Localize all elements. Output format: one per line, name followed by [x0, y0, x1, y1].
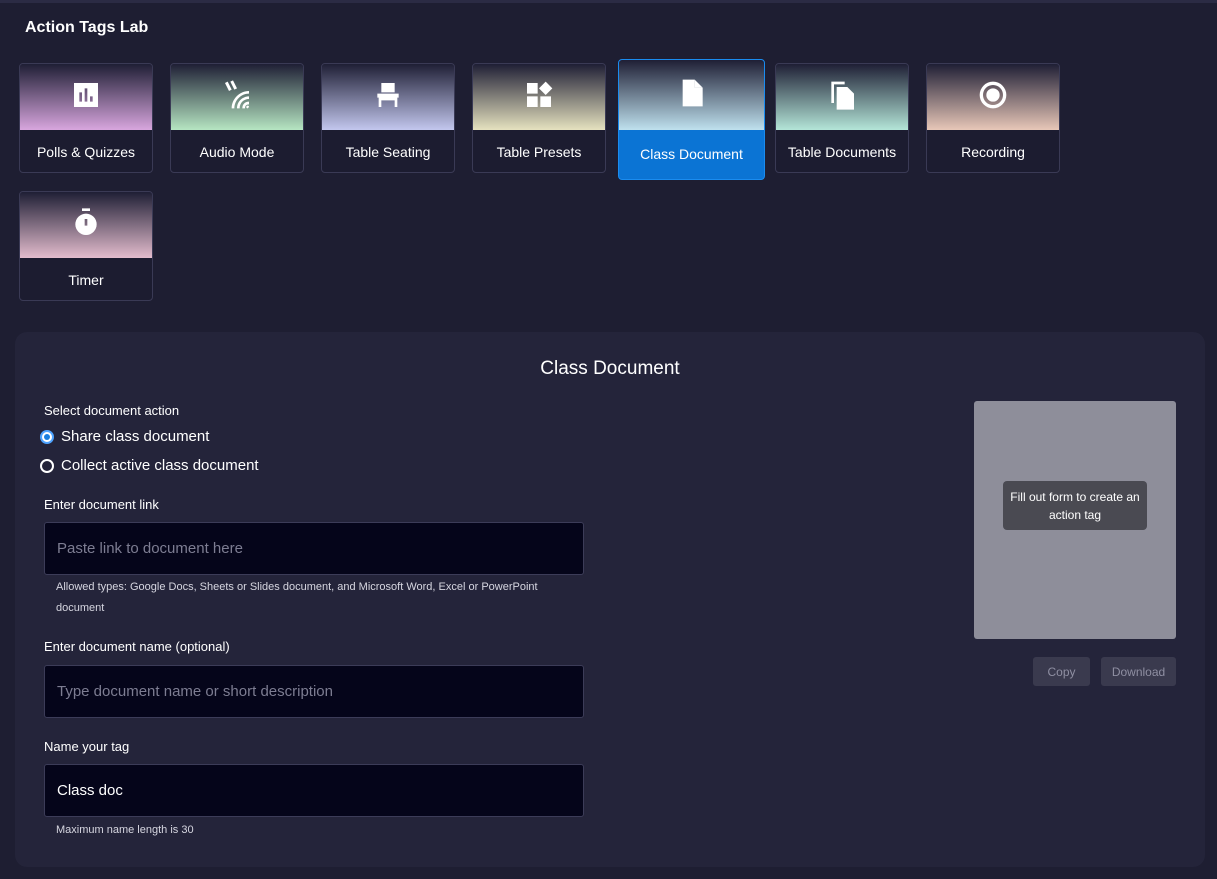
tile-thumbnail — [20, 64, 152, 130]
tile-label: Audio Mode — [199, 144, 275, 160]
documents-copy-icon — [826, 79, 858, 116]
tile-audio-mode[interactable]: Audio Mode — [170, 63, 304, 173]
tile-thumbnail — [619, 60, 764, 130]
action-tag-preview: Fill out form to create an action tag — [974, 401, 1176, 639]
radio-label: Share class document — [61, 428, 210, 445]
document-action-label: Select document action — [44, 403, 180, 418]
tile-label: Timer — [68, 272, 104, 288]
tag-name-input[interactable] — [44, 764, 584, 817]
max-length-hint: Maximum name length is 30 — [56, 824, 194, 836]
tile-label: Table Seating — [345, 144, 431, 160]
poll-chart-icon — [70, 79, 102, 116]
tile-label: Table Documents — [787, 144, 897, 160]
tile-table-documents[interactable]: Table Documents — [775, 63, 909, 173]
action-tag-tiles: Polls & Quizzes Audio Mode Table Seating… — [19, 59, 1119, 303]
document-icon — [676, 77, 708, 114]
document-name-label: Enter document name (optional) — [44, 639, 230, 654]
preview-placeholder-tip: Fill out form to create an action tag — [1003, 481, 1147, 530]
tile-table-presets[interactable]: Table Presets — [472, 63, 606, 173]
class-document-panel: Class Document Select document action Sh… — [15, 332, 1205, 867]
radio-collect-document[interactable]: Collect active class document — [40, 457, 259, 474]
allowed-types-hint: Allowed types: Google Docs, Sheets or Sl… — [56, 581, 538, 614]
panel-title: Class Document — [540, 358, 680, 379]
tile-label: Table Presets — [496, 144, 582, 160]
document-link-input[interactable] — [44, 522, 584, 575]
tile-thumbnail — [927, 64, 1059, 130]
tile-thumbnail — [473, 64, 605, 130]
tile-polls-quizzes[interactable]: Polls & Quizzes — [19, 63, 153, 173]
tag-name-label: Name your tag — [44, 739, 130, 754]
page-title: Action Tags Lab — [25, 19, 149, 36]
top-border — [0, 0, 1217, 3]
document-link-label: Enter document link — [44, 497, 159, 512]
radio-share-document[interactable]: Share class document — [40, 428, 209, 445]
chair-icon — [372, 79, 404, 116]
audio-waves-icon — [221, 79, 253, 116]
tile-thumbnail — [776, 64, 908, 130]
tile-label: Polls & Quizzes — [36, 144, 136, 160]
tile-thumbnail — [20, 192, 152, 258]
tile-table-seating[interactable]: Table Seating — [321, 63, 455, 173]
tile-thumbnail — [171, 64, 303, 130]
tile-thumbnail — [322, 64, 454, 130]
stopwatch-icon — [70, 207, 102, 244]
radio-button[interactable] — [40, 458, 54, 473]
tile-timer[interactable]: Timer — [19, 191, 153, 301]
tile-class-document[interactable]: Class Document — [618, 59, 765, 180]
document-name-input[interactable] — [44, 665, 584, 718]
tile-label: Class Document — [640, 146, 743, 162]
tile-recording[interactable]: Recording — [926, 63, 1060, 173]
download-button[interactable]: Download — [1101, 657, 1176, 686]
radio-button-checked[interactable] — [40, 429, 54, 444]
tile-label: Recording — [961, 144, 1025, 160]
record-icon — [977, 79, 1009, 116]
radio-label: Collect active class document — [61, 457, 259, 474]
shapes-icon — [523, 79, 555, 116]
copy-button[interactable]: Copy — [1033, 657, 1090, 686]
